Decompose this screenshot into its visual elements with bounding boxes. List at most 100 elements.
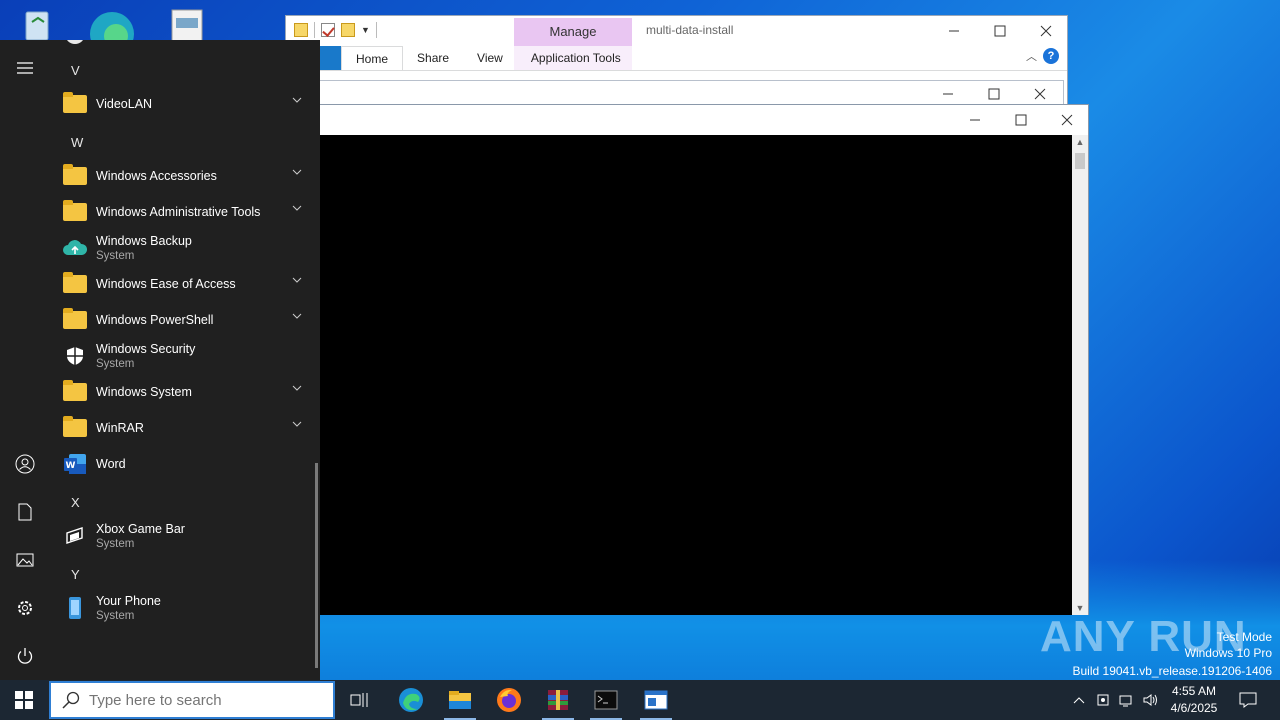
console-titlebar[interactable] (306, 105, 1088, 135)
watermark-build: Build 19041.vb_release.191206-1406 (1072, 664, 1273, 678)
folder-icon (63, 164, 87, 188)
chevron-down-icon[interactable]: ▼ (361, 25, 370, 35)
settings-icon[interactable] (0, 584, 50, 632)
search-icon (61, 690, 81, 710)
chevron-down-icon (292, 421, 302, 427)
folder-icon (63, 92, 87, 116)
svg-text:W: W (66, 461, 76, 471)
windows-logo-icon (15, 691, 33, 709)
window-title: multi-data-install (646, 23, 734, 37)
manage-tab-group: Manage (514, 18, 632, 46)
app-word[interactable]: W Word (50, 446, 316, 482)
chevron-down-icon (292, 385, 302, 391)
taskbar: 4:55 AM 4/6/2025 (0, 680, 1280, 720)
network-icon[interactable] (1116, 680, 1138, 720)
hamburger-menu-icon[interactable] (0, 44, 50, 92)
start-menu: V VideoLAN W Windows Accessories Windows… (0, 40, 320, 680)
tab-application-tools[interactable]: Application Tools (517, 46, 635, 70)
show-hidden-icons-icon[interactable] (1068, 680, 1090, 720)
tab-home[interactable]: Home (341, 46, 404, 70)
maximize-button[interactable] (998, 105, 1044, 135)
app-windows-administrative-tools[interactable]: Windows Administrative Tools (50, 194, 316, 230)
folder-icon (63, 272, 87, 296)
app-list: V VideoLAN W Windows Accessories Windows… (50, 40, 316, 680)
close-button[interactable] (1023, 16, 1069, 46)
app-windows-system[interactable]: Windows System (50, 374, 316, 410)
document-desktop-icon[interactable] (170, 8, 210, 43)
ribbon-tabs: Home Share View Application Tools (286, 46, 635, 70)
volume-icon[interactable] (1140, 680, 1162, 720)
watermark-test-mode: Test Mode (1216, 630, 1272, 644)
app-windows-accessories[interactable]: Windows Accessories (50, 158, 316, 194)
section-letter-y[interactable]: Y (71, 567, 80, 582)
recycle-bin-icon[interactable] (18, 8, 58, 42)
search-input[interactable] (89, 691, 319, 709)
word-icon: W (63, 452, 87, 476)
app-windows-powershell[interactable]: Windows PowerShell (50, 302, 316, 338)
folder-small-icon (294, 23, 308, 37)
folder-icon (63, 416, 87, 440)
console-scrollbar[interactable]: ▲ ▼ (1072, 135, 1088, 615)
chevron-down-icon (292, 277, 302, 283)
firefox-icon[interactable] (485, 680, 533, 720)
scroll-thumb[interactable] (1075, 153, 1085, 169)
app-winrar[interactable]: WinRAR (50, 410, 316, 446)
minimize-button[interactable] (931, 16, 977, 46)
clock-date: 4/6/2025 (1170, 701, 1218, 715)
app-windows-security[interactable]: Windows Security System (50, 338, 316, 374)
shield-icon (63, 344, 87, 368)
scroll-up-icon[interactable]: ▲ (1072, 137, 1088, 147)
section-letter-w[interactable]: W (71, 135, 83, 150)
power-icon[interactable] (0, 632, 50, 680)
folder-icon (63, 380, 87, 404)
cloud-backup-icon (63, 236, 87, 260)
chevron-down-icon (292, 169, 302, 175)
app-videolan[interactable]: VideoLAN (50, 86, 316, 122)
quick-access-toolbar: ▼ (294, 22, 377, 38)
xbox-game-bar-icon (63, 524, 87, 548)
minimize-button[interactable] (952, 105, 998, 135)
chevron-down-icon (292, 205, 302, 211)
chevron-down-icon (292, 313, 302, 319)
app-xbox-game-bar[interactable]: Xbox Game Bar System (50, 518, 316, 554)
documents-icon[interactable] (0, 488, 50, 536)
section-letter-x[interactable]: X (71, 495, 80, 510)
chevron-down-icon (292, 97, 302, 103)
task-view-icon[interactable] (336, 680, 384, 720)
edge-icon[interactable] (387, 680, 435, 720)
folder-icon (63, 308, 87, 332)
window-app-icon[interactable] (632, 680, 680, 720)
app-your-phone[interactable]: Your Phone System (50, 590, 316, 626)
watermark-edition: Windows 10 Pro (1184, 646, 1272, 660)
edge-desktop-icon[interactable] (88, 8, 134, 56)
tab-view[interactable]: View (463, 46, 517, 70)
help-button[interactable]: ? (1043, 48, 1059, 64)
properties-icon[interactable] (321, 23, 335, 37)
watermark: ANY RUN Test Mode Windows 10 Pro Build 1… (1040, 612, 1276, 678)
start-rail (0, 40, 50, 680)
file-explorer-icon[interactable] (436, 680, 484, 720)
winrar-icon[interactable] (534, 680, 582, 720)
close-button[interactable] (1044, 105, 1090, 135)
new-folder-icon[interactable] (341, 23, 355, 37)
folder-icon (63, 200, 87, 224)
start-scrollbar[interactable] (315, 463, 318, 668)
notifications-icon[interactable] (1234, 680, 1262, 720)
console-output[interactable] (320, 135, 1073, 615)
phone-icon (63, 596, 87, 620)
collapse-ribbon-icon[interactable]: ︿ (1026, 48, 1037, 64)
app-windows-ease-of-access[interactable]: Windows Ease of Access (50, 266, 316, 302)
section-letter-v[interactable]: V (71, 63, 80, 78)
taskbar-clock[interactable]: 4:55 AM 4/6/2025 (1163, 683, 1225, 717)
maximize-button[interactable] (977, 16, 1023, 46)
console-window[interactable]: ▲ ▼ (305, 104, 1089, 615)
user-icon[interactable] (0, 440, 50, 488)
tab-share[interactable]: Share (403, 46, 463, 70)
defender-tray-icon[interactable] (1092, 680, 1114, 720)
clock-time: 4:55 AM (1171, 684, 1217, 698)
taskbar-search[interactable] (49, 681, 335, 719)
start-button[interactable] (0, 680, 48, 720)
cmd-icon[interactable] (582, 680, 630, 720)
pictures-icon[interactable] (0, 536, 50, 584)
app-windows-backup[interactable]: Windows Backup System (50, 230, 316, 266)
